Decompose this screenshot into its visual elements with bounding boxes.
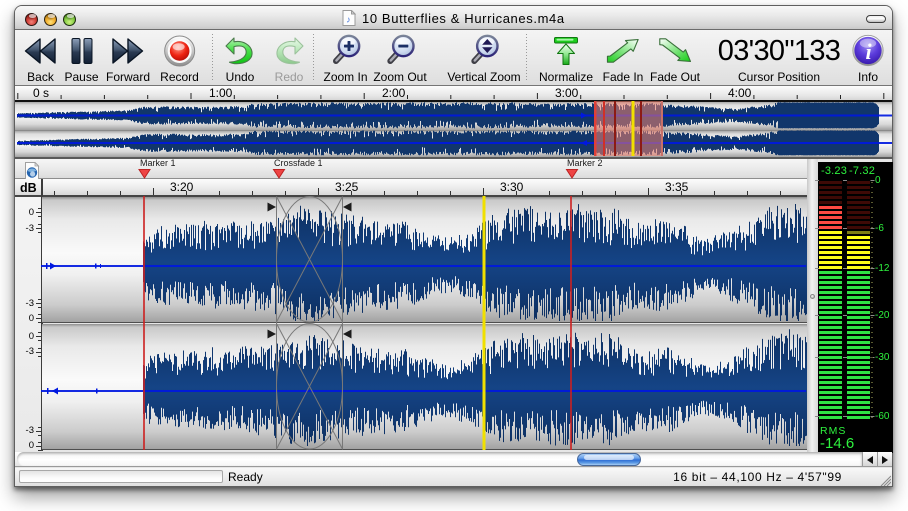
svg-text:♪: ♪	[346, 15, 351, 25]
svg-text:i: i	[865, 39, 872, 64]
